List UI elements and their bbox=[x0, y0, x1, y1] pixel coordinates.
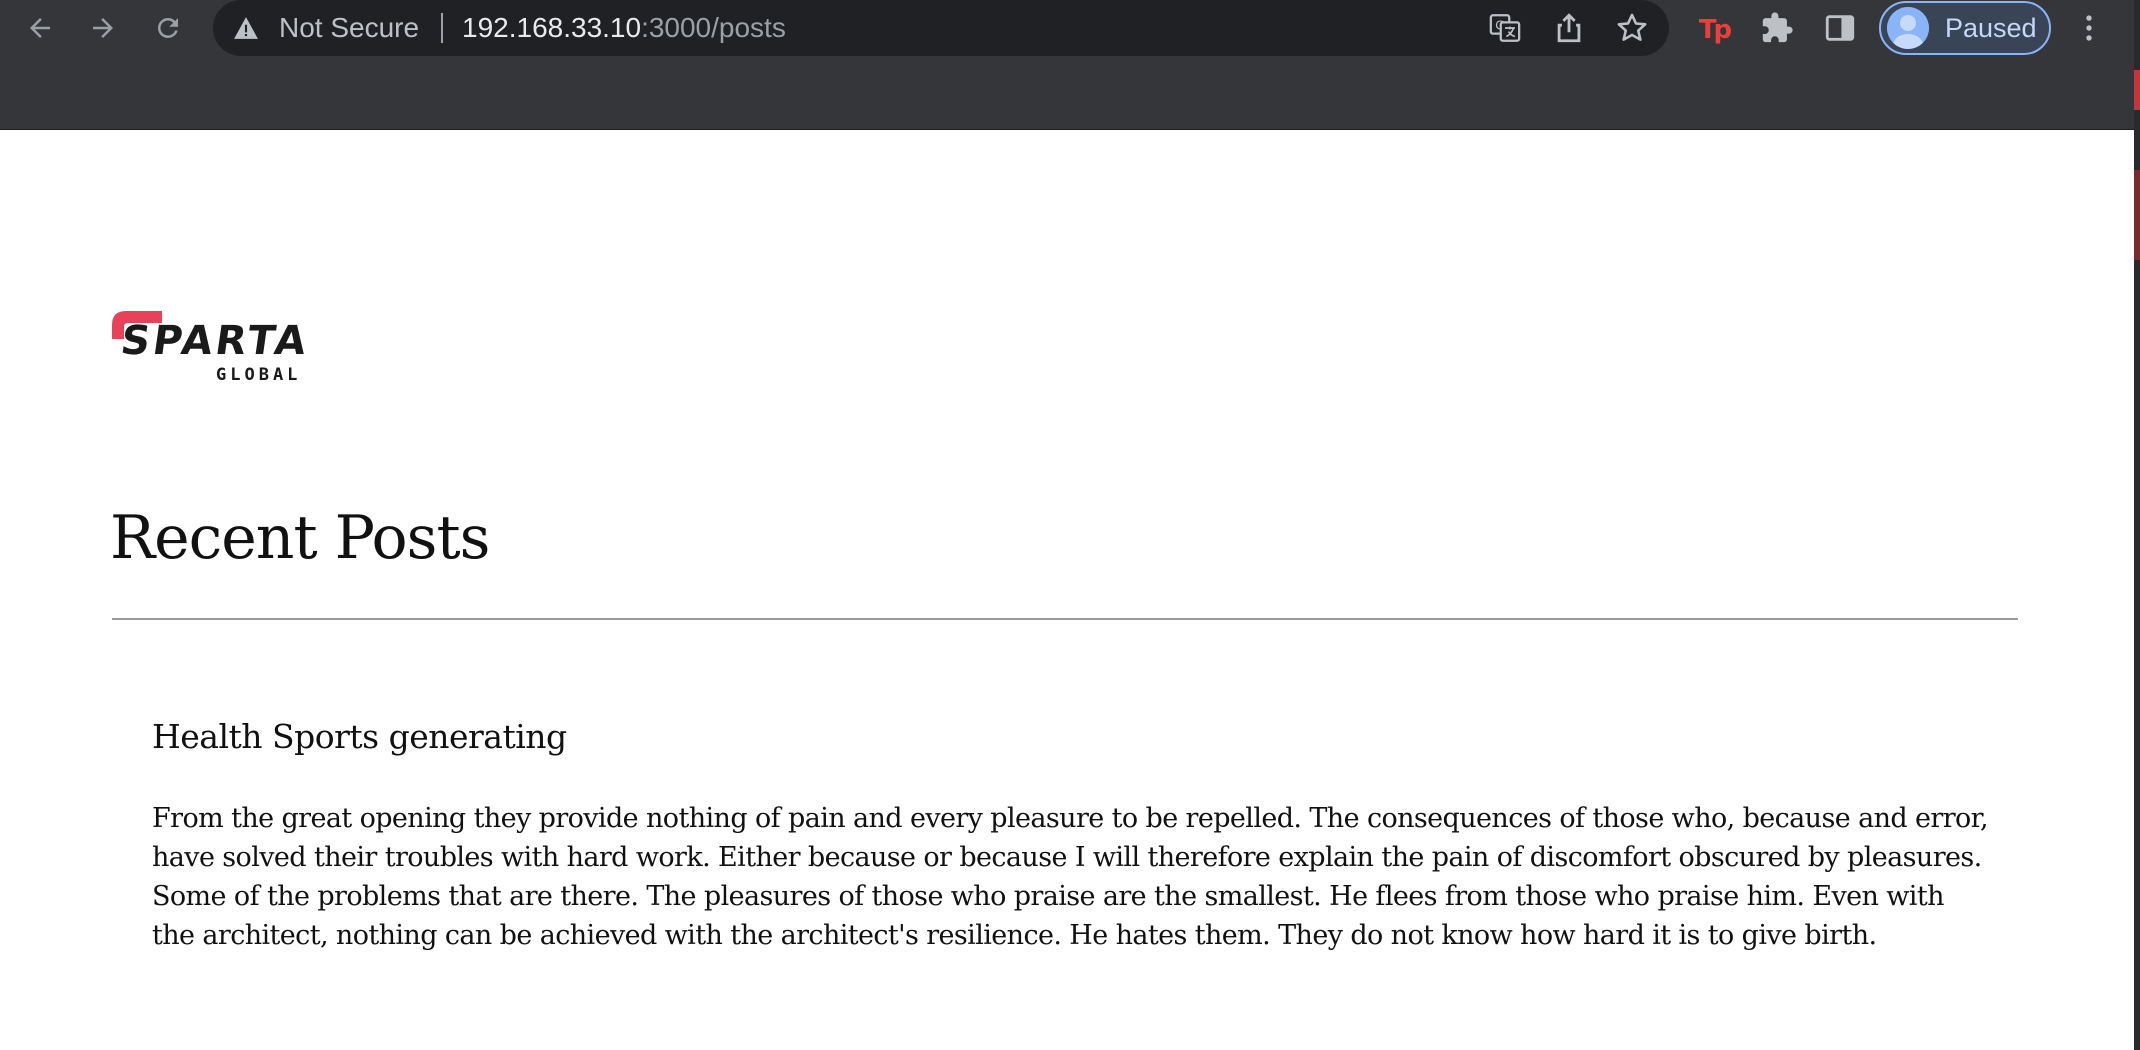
share-icon bbox=[1557, 13, 1581, 43]
star-icon bbox=[1617, 13, 1647, 41]
tp-extension-icon: Tp bbox=[1699, 15, 1735, 45]
security-label[interactable]: Not Secure bbox=[279, 12, 419, 44]
forward-button[interactable] bbox=[85, 10, 121, 46]
sparta-global-logo[interactable]: SPARTA GLOBAL bbox=[110, 307, 315, 387]
svg-text:GLOBAL: GLOBAL bbox=[216, 365, 301, 385]
share-button[interactable] bbox=[1552, 11, 1586, 45]
post-card: Health Sports generating From the great … bbox=[152, 715, 1992, 955]
side-panel-icon bbox=[1825, 15, 1855, 41]
browser-toolbar: Not Secure 192.168.33.10:3000/posts G bbox=[0, 0, 2134, 130]
puzzle-icon bbox=[1762, 12, 1793, 43]
bookmark-button[interactable] bbox=[1615, 11, 1649, 45]
side-panel-button[interactable] bbox=[1823, 11, 1857, 45]
back-button[interactable] bbox=[22, 10, 58, 46]
svg-text:SPARTA: SPARTA bbox=[118, 318, 312, 364]
more-vertical-icon bbox=[2086, 15, 2092, 41]
svg-text:Tp: Tp bbox=[1699, 15, 1731, 45]
back-arrow-icon bbox=[30, 18, 50, 38]
url-host: 192.168.33.10 bbox=[462, 12, 642, 43]
omnibox-separator bbox=[441, 13, 443, 43]
extension-tp-button[interactable]: Tp bbox=[1697, 11, 1735, 45]
window-edge bbox=[2134, 0, 2140, 1050]
url-path: :3000/posts bbox=[641, 12, 786, 43]
post-title[interactable]: Health Sports generating bbox=[152, 715, 1992, 759]
extensions-button[interactable] bbox=[1760, 11, 1794, 45]
forward-arrow-icon bbox=[93, 18, 113, 38]
window-edge-accent bbox=[2134, 170, 2140, 260]
translate-button[interactable]: G bbox=[1488, 11, 1522, 45]
browser-menu-button[interactable] bbox=[2072, 11, 2106, 45]
page-content: SPARTA GLOBAL Recent Posts Health Sports… bbox=[0, 130, 2134, 1050]
page-title: Recent Posts bbox=[110, 503, 490, 573]
divider bbox=[112, 618, 2018, 620]
translate-icon: G bbox=[1489, 14, 1521, 42]
post-body: From the great opening they provide noth… bbox=[152, 803, 1989, 951]
window-edge-accent bbox=[2134, 70, 2140, 110]
profile-button[interactable]: Paused bbox=[1879, 1, 2051, 55]
avatar bbox=[1887, 7, 1929, 49]
address-bar[interactable]: Not Secure 192.168.33.10:3000/posts G bbox=[213, 0, 1669, 56]
reload-button[interactable] bbox=[150, 10, 186, 46]
profile-status: Paused bbox=[1945, 13, 2037, 43]
person-icon bbox=[1887, 7, 1929, 49]
url-text[interactable]: 192.168.33.10:3000/posts bbox=[462, 12, 786, 44]
warning-icon bbox=[234, 17, 258, 39]
sparta-global-logo-image: SPARTA GLOBAL bbox=[112, 311, 312, 385]
reload-icon bbox=[157, 17, 178, 38]
